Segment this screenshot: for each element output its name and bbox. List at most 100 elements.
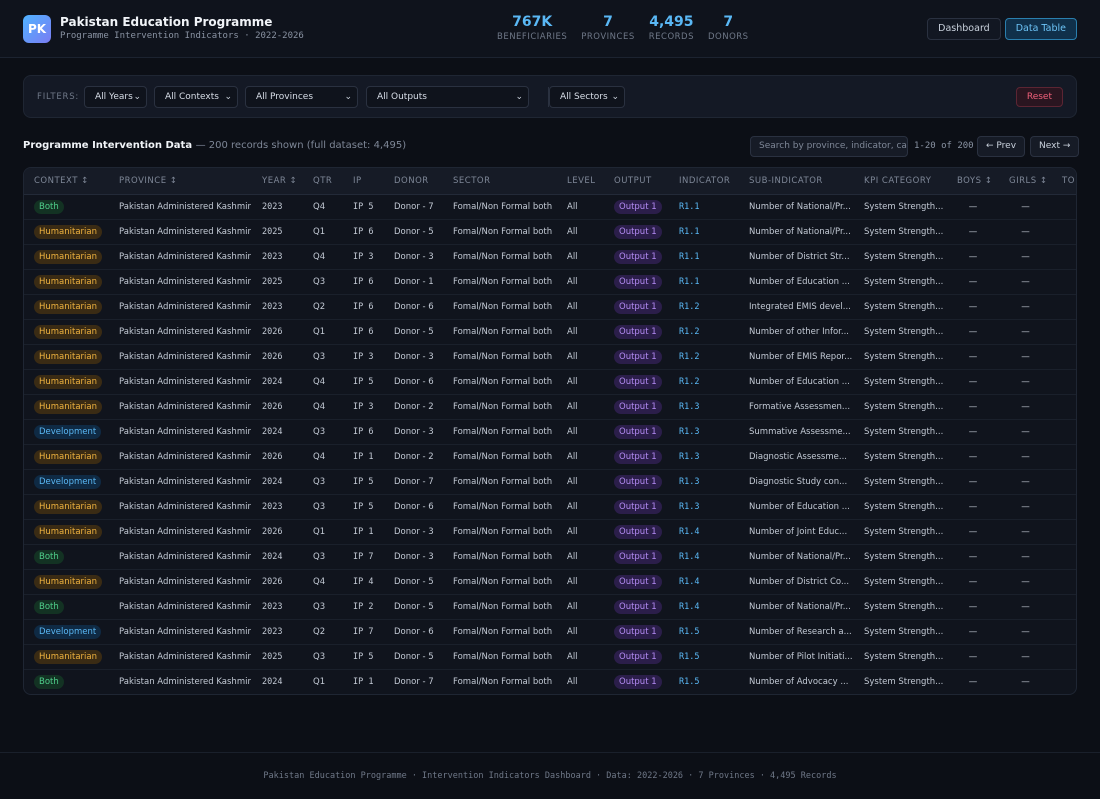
- cell-boys: —: [947, 344, 999, 370]
- cell-indicator[interactable]: R1.4: [669, 569, 739, 595]
- context-badge: Both: [34, 549, 64, 564]
- table-row[interactable]: Humanitarian Pakistan Administered Kashmi…: [24, 394, 1076, 420]
- cell-output: Output 1: [604, 494, 669, 520]
- cell-indicator[interactable]: R1.5: [669, 619, 739, 645]
- table-row[interactable]: Humanitarian Pakistan Administered Kashmi…: [24, 319, 1076, 345]
- cell-sub: Formative Assessmen...: [739, 394, 854, 420]
- table-row[interactable]: Both Pakistan Administered Kashmir 2023 Q4 I…: [24, 194, 1076, 220]
- column-header[interactable]: PROVINCE ↕: [109, 168, 252, 195]
- prev-page-button[interactable]: ← Prev: [977, 136, 1026, 157]
- table-row[interactable]: Humanitarian Pakistan Administered Kashmi…: [24, 344, 1076, 370]
- cell-indicator[interactable]: R1.4: [669, 594, 739, 620]
- cell-indicator[interactable]: R1.3: [669, 444, 739, 470]
- context-badge: Humanitarian: [34, 249, 103, 264]
- output-badge: Output 1: [614, 249, 662, 264]
- table-row[interactable]: Development Pakistan Administered Kashmir…: [24, 469, 1076, 495]
- cell-output: Output 1: [604, 294, 669, 320]
- cell-qtr: Q3: [303, 544, 343, 570]
- cell-sub: Number of National/Pr...: [739, 194, 854, 220]
- cell-indicator[interactable]: R1.3: [669, 469, 739, 495]
- cell-province: Pakistan Administered Kashmir: [109, 319, 252, 345]
- cell-sector: Fomal/Non Formal both: [443, 419, 557, 445]
- cell-total: [1052, 269, 1076, 295]
- province-filter-select[interactable]: All Provinces ⌄: [245, 86, 358, 108]
- table-row[interactable]: Humanitarian Pakistan Administered Kashmi…: [24, 269, 1076, 295]
- cell-girls: —: [999, 444, 1052, 470]
- table-row[interactable]: Both Pakistan Administered Kashmir 2024 Q3 I…: [24, 544, 1076, 570]
- cell-indicator[interactable]: R1.3: [669, 419, 739, 445]
- table-row[interactable]: Humanitarian Pakistan Administered Kashmi…: [24, 644, 1076, 670]
- header-stats: 767K BENEFICIARIES 7 PROVINCES 4,495 REC…: [490, 14, 756, 42]
- table-row[interactable]: Both Pakistan Administered Kashmir 2023 Q3 I…: [24, 594, 1076, 620]
- cell-kpi: System Strength...: [854, 319, 947, 345]
- cell-year: 2026: [252, 344, 303, 370]
- reset-button[interactable]: Reset: [1015, 87, 1063, 107]
- sector-filter-select[interactable]: All Sectors ⌄: [549, 86, 625, 108]
- year-filter-select[interactable]: All Years ⌄: [84, 86, 147, 108]
- output-badge: Output 1: [614, 549, 662, 564]
- cell-indicator[interactable]: R1.2: [669, 294, 739, 320]
- table-row[interactable]: Humanitarian Pakistan Administered Kashmi…: [24, 369, 1076, 395]
- next-page-button[interactable]: Next →: [1030, 136, 1080, 157]
- column-header[interactable]: GIRLS ↕: [999, 168, 1052, 195]
- cell-indicator[interactable]: R1.3: [669, 494, 739, 520]
- cell-indicator[interactable]: R1.4: [669, 544, 739, 570]
- stat-label: BENEFICIARIES: [497, 32, 568, 42]
- table-row[interactable]: Humanitarian Pakistan Administered Kashmi…: [24, 244, 1076, 270]
- cell-context: Development: [24, 619, 109, 645]
- cell-level: All: [557, 319, 604, 345]
- cell-donor: Donor - 6: [384, 619, 443, 645]
- cell-indicator[interactable]: R1.2: [669, 319, 739, 345]
- cell-year: 2026: [252, 519, 303, 545]
- cell-context: Humanitarian: [24, 244, 109, 270]
- cell-qtr: Q4: [303, 569, 343, 595]
- cell-indicator[interactable]: R1.2: [669, 344, 739, 370]
- cell-sub: Number of Advocacy ...: [739, 669, 854, 694]
- table-row[interactable]: Humanitarian Pakistan Administered Kashmi…: [24, 294, 1076, 320]
- output-badge: Output 1: [614, 649, 662, 664]
- cell-indicator[interactable]: R1.5: [669, 644, 739, 670]
- cell-donor: Donor - 2: [384, 444, 443, 470]
- context-filter-select[interactable]: All Contexts ⌄: [154, 86, 238, 108]
- cell-sector: Fomal/Non Formal both: [443, 494, 557, 520]
- cell-ip: IP 3: [343, 394, 384, 420]
- table-row[interactable]: Both Pakistan Administered Kashmir 2024 Q1 I…: [24, 669, 1076, 694]
- cell-sub: Summative Assessme...: [739, 419, 854, 445]
- output-filter-select[interactable]: All Outputs ⌄: [366, 86, 529, 108]
- search-input[interactable]: Search by province, indicator, category.…: [750, 136, 908, 157]
- cell-year: 2024: [252, 544, 303, 570]
- table-row[interactable]: Development Pakistan Administered Kashmir…: [24, 419, 1076, 445]
- table-row[interactable]: Humanitarian Pakistan Administered Kashmi…: [24, 444, 1076, 470]
- column-header: SUB-INDICATOR: [739, 168, 854, 195]
- cell-indicator[interactable]: R1.4: [669, 519, 739, 545]
- cell-indicator[interactable]: R1.1: [669, 219, 739, 245]
- cell-ip: IP 5: [343, 494, 384, 520]
- cell-total: [1052, 444, 1076, 470]
- table-row[interactable]: Humanitarian Pakistan Administered Kashmi…: [24, 219, 1076, 245]
- cell-indicator[interactable]: R1.1: [669, 269, 739, 295]
- cell-sector: Fomal/Non Formal both: [443, 669, 557, 694]
- column-header[interactable]: YEAR ↕: [252, 168, 303, 195]
- data-table-tab[interactable]: Data Table: [1004, 18, 1077, 40]
- column-header[interactable]: BOYS ↕: [947, 168, 999, 195]
- table-row[interactable]: Development Pakistan Administered Kashmir…: [24, 619, 1076, 645]
- cell-ip: IP 1: [343, 444, 384, 470]
- table-row[interactable]: Humanitarian Pakistan Administered Kashmi…: [24, 569, 1076, 595]
- stat-records: 4,495 RECORDS: [642, 14, 701, 42]
- cell-ip: IP 7: [343, 544, 384, 570]
- context-badge: Humanitarian: [34, 574, 103, 589]
- cell-qtr: Q1: [303, 219, 343, 245]
- cell-indicator[interactable]: R1.2: [669, 369, 739, 395]
- column-header[interactable]: CONTEXT ↕: [24, 168, 109, 195]
- table-row[interactable]: Humanitarian Pakistan Administered Kashmi…: [24, 519, 1076, 545]
- cell-indicator[interactable]: R1.5: [669, 669, 739, 694]
- chevron-down-icon: ⌄: [611, 92, 619, 102]
- cell-indicator[interactable]: R1.1: [669, 244, 739, 270]
- dashboard-tab[interactable]: Dashboard: [927, 18, 1001, 40]
- cell-indicator[interactable]: R1.1: [669, 194, 739, 220]
- data-table-container[interactable]: CONTEXT ↕ PROVINCE ↕ YEAR ↕ QTR IP DONOR SECTO…: [23, 167, 1077, 695]
- table-row[interactable]: Humanitarian Pakistan Administered Kashmi…: [24, 494, 1076, 520]
- cell-context: Humanitarian: [24, 269, 109, 295]
- cell-indicator[interactable]: R1.3: [669, 394, 739, 420]
- stat-value: 7: [603, 14, 613, 30]
